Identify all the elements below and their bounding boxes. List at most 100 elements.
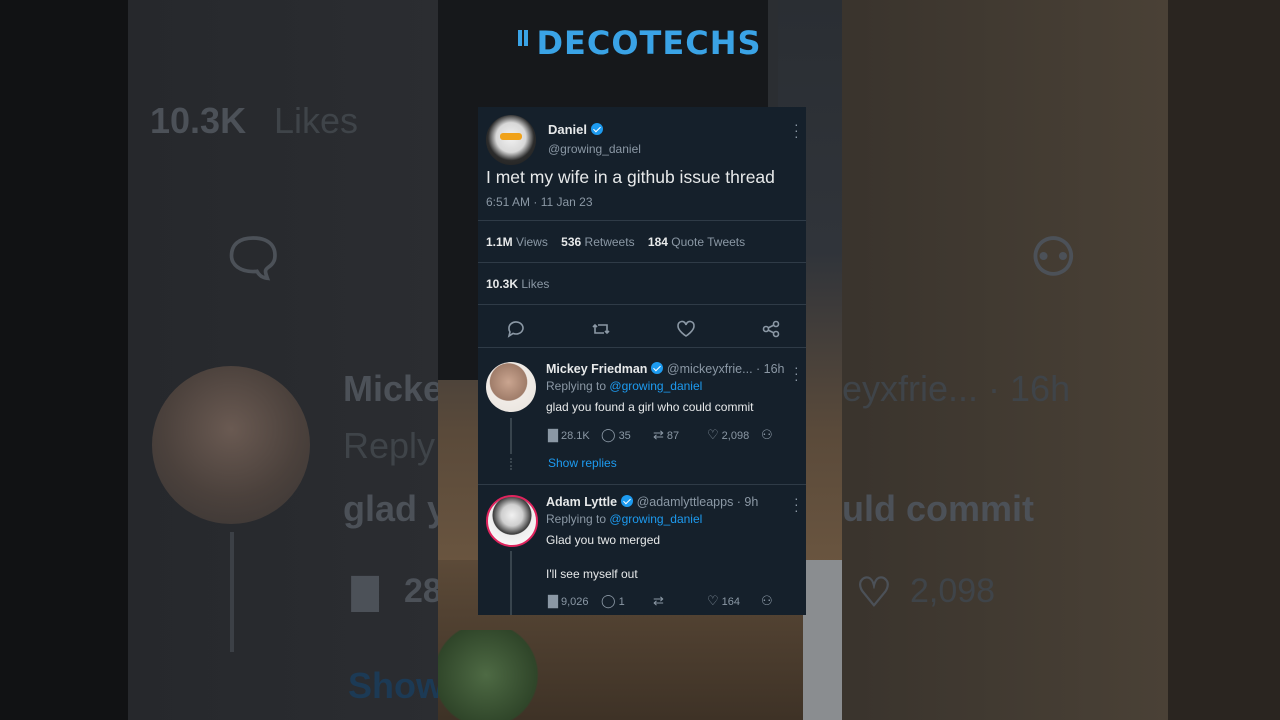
retweet-icon: ⇄ [653,427,664,442]
reply-text-line-2: I'll see myself out [546,567,638,581]
reply-item[interactable]: Adam Lyttle @adamlyttleapps · 9h · · · Rep… [478,485,806,615]
reply-share[interactable]: ⚇ [761,427,776,443]
replying-prefix: Replying to [546,512,607,526]
comment-icon: ◯ [601,593,616,608]
retweet-icon[interactable] [591,319,611,339]
ghost-likes-label: Likes [274,100,359,141]
reply-views-count: 9,026 [561,596,589,608]
replying-mention[interactable]: @growing_daniel [609,379,702,393]
reply-likes-count: 2,098 [721,430,750,442]
tweet-timestamp[interactable]: 6:51 AM · 11 Jan 23 [486,195,593,209]
comment-icon: ◯ [601,427,616,442]
views-label: Views [516,235,548,249]
reply-likes-count: 164 [721,596,741,608]
share-icon: ⚇ [761,427,773,442]
show-replies-link[interactable]: Show replies [548,456,617,470]
author-handle[interactable]: @growing_daniel [548,142,641,156]
likes-label[interactable]: Likes [521,277,549,291]
reply-views[interactable]: ▇ 9,026 [548,593,589,609]
thread-dots [510,458,512,470]
reply-name-row[interactable]: Mickey Friedman @mickeyxfrie... · 16h [546,362,785,376]
reply-meta[interactable]: @mickeyxfrie... · 16h [667,362,785,376]
reply-avatar[interactable] [486,362,536,412]
like-icon[interactable] [676,319,696,339]
ghost-thread-line [230,532,234,652]
plant-backdrop [438,630,558,720]
ghost-reply-name: Micke [343,368,444,409]
tweet-likes[interactable]: 10.3K Likes [486,277,549,291]
reply-avatar[interactable] [486,495,538,547]
ghost-views-icon: ▇ [352,573,379,611]
background-edge-left [0,0,128,720]
share-icon[interactable] [761,319,781,339]
author-avatar[interactable] [486,115,536,165]
replying-prefix: Replying to [546,379,607,393]
reply-comments-count: 35 [618,430,631,442]
quotes-count[interactable]: 184 [648,235,668,249]
reply-retweets[interactable]: ⇄ [653,593,667,609]
more-icon[interactable]: · · · [794,117,799,143]
reply-share[interactable]: ⚇ [761,593,776,609]
tweet-header: Daniel @growing_daniel · · · [478,107,806,167]
tweet-card: Daniel @growing_daniel · · · I met my wife… [478,107,806,615]
reply-retweets-count: 87 [666,430,680,442]
ghost-reply-sub: Reply [343,425,436,466]
logo-text: DECOTECHS [536,24,762,62]
decotechs-logo: DECOTECHS [438,24,842,62]
reply-comments-count: 1 [618,596,625,608]
author-name[interactable]: Daniel [548,122,587,137]
author-name-row[interactable]: Daniel [548,122,604,137]
reply-author-name[interactable]: Mickey Friedman [546,362,647,376]
ghost-likes-count: 10.3K [150,100,247,141]
reply-retweets[interactable]: ⇄ 87 [653,427,679,443]
logo-pixel-icon [518,30,535,46]
replying-to: Replying to @growing_daniel [546,512,702,526]
ghost-reply-text-start: glad y [343,488,448,529]
divider [478,304,806,305]
reply-text: glad you found a girl who could commit [546,400,754,414]
divider [478,220,806,221]
more-icon[interactable]: · · · [794,491,799,517]
views-icon: ▇ [548,427,558,442]
reply-item[interactable]: Mickey Friedman @mickeyxfrie... · 16h · ·… [478,348,806,483]
likes-count[interactable]: 10.3K [486,277,518,291]
reply-comments[interactable]: ◯ 35 [601,427,631,443]
reply-views[interactable]: ▇ 28.1K [548,427,590,443]
verified-icon [651,362,664,374]
ghost-show-fragment: Show [348,665,444,706]
replying-to: Replying to @growing_daniel [546,379,702,393]
share-icon: ⚇ [761,593,773,608]
reply-views-count: 28.1K [561,430,590,442]
ghost-reply-text-end: uld commit [842,488,1035,529]
tweet-actions [478,311,806,345]
comment-icon[interactable] [506,319,526,339]
like-icon: ♡ [707,593,719,608]
reply-likes[interactable]: ♡ 2,098 [707,427,749,443]
like-icon: ♡ [707,427,719,442]
more-icon[interactable]: · · · [794,360,799,386]
reply-comments[interactable]: ◯ 1 [601,593,625,609]
ghost-comment-icon: 🗨 [220,230,287,288]
ghost-likes-fragment: 2,098 [910,572,996,610]
ghost-avatar [152,366,310,524]
divider [478,262,806,263]
verified-icon [591,123,604,135]
reply-name-row[interactable]: Adam Lyttle @adamlyttleapps · 9h [546,495,758,509]
reply-author-name[interactable]: Adam Lyttle [546,495,617,509]
ghost-reply-handle: eyxfrie... · 16h [842,368,1071,409]
retweets-label[interactable]: Retweets [585,235,635,249]
reply-likes[interactable]: ♡ 164 [707,593,740,609]
ghost-share-icon: ⚇ [1030,229,1077,287]
replying-mention[interactable]: @growing_daniel [609,512,702,526]
ghost-views-fragment: 28 [404,572,442,610]
thread-line [510,418,512,454]
quotes-label[interactable]: Quote Tweets [671,235,745,249]
ghost-like-icon: ♡ [856,571,892,615]
verified-icon [621,495,634,507]
tweet-stats: 1.1M Views 536 Retweets 184 Quote Tweets [486,235,745,249]
tweet-text: I met my wife in a github issue thread [486,167,775,187]
retweets-count[interactable]: 536 [561,235,581,249]
views-count: 1.1M [486,235,513,249]
retweet-icon: ⇄ [653,593,664,608]
reply-meta[interactable]: @adamlyttleapps · 9h [637,495,759,509]
